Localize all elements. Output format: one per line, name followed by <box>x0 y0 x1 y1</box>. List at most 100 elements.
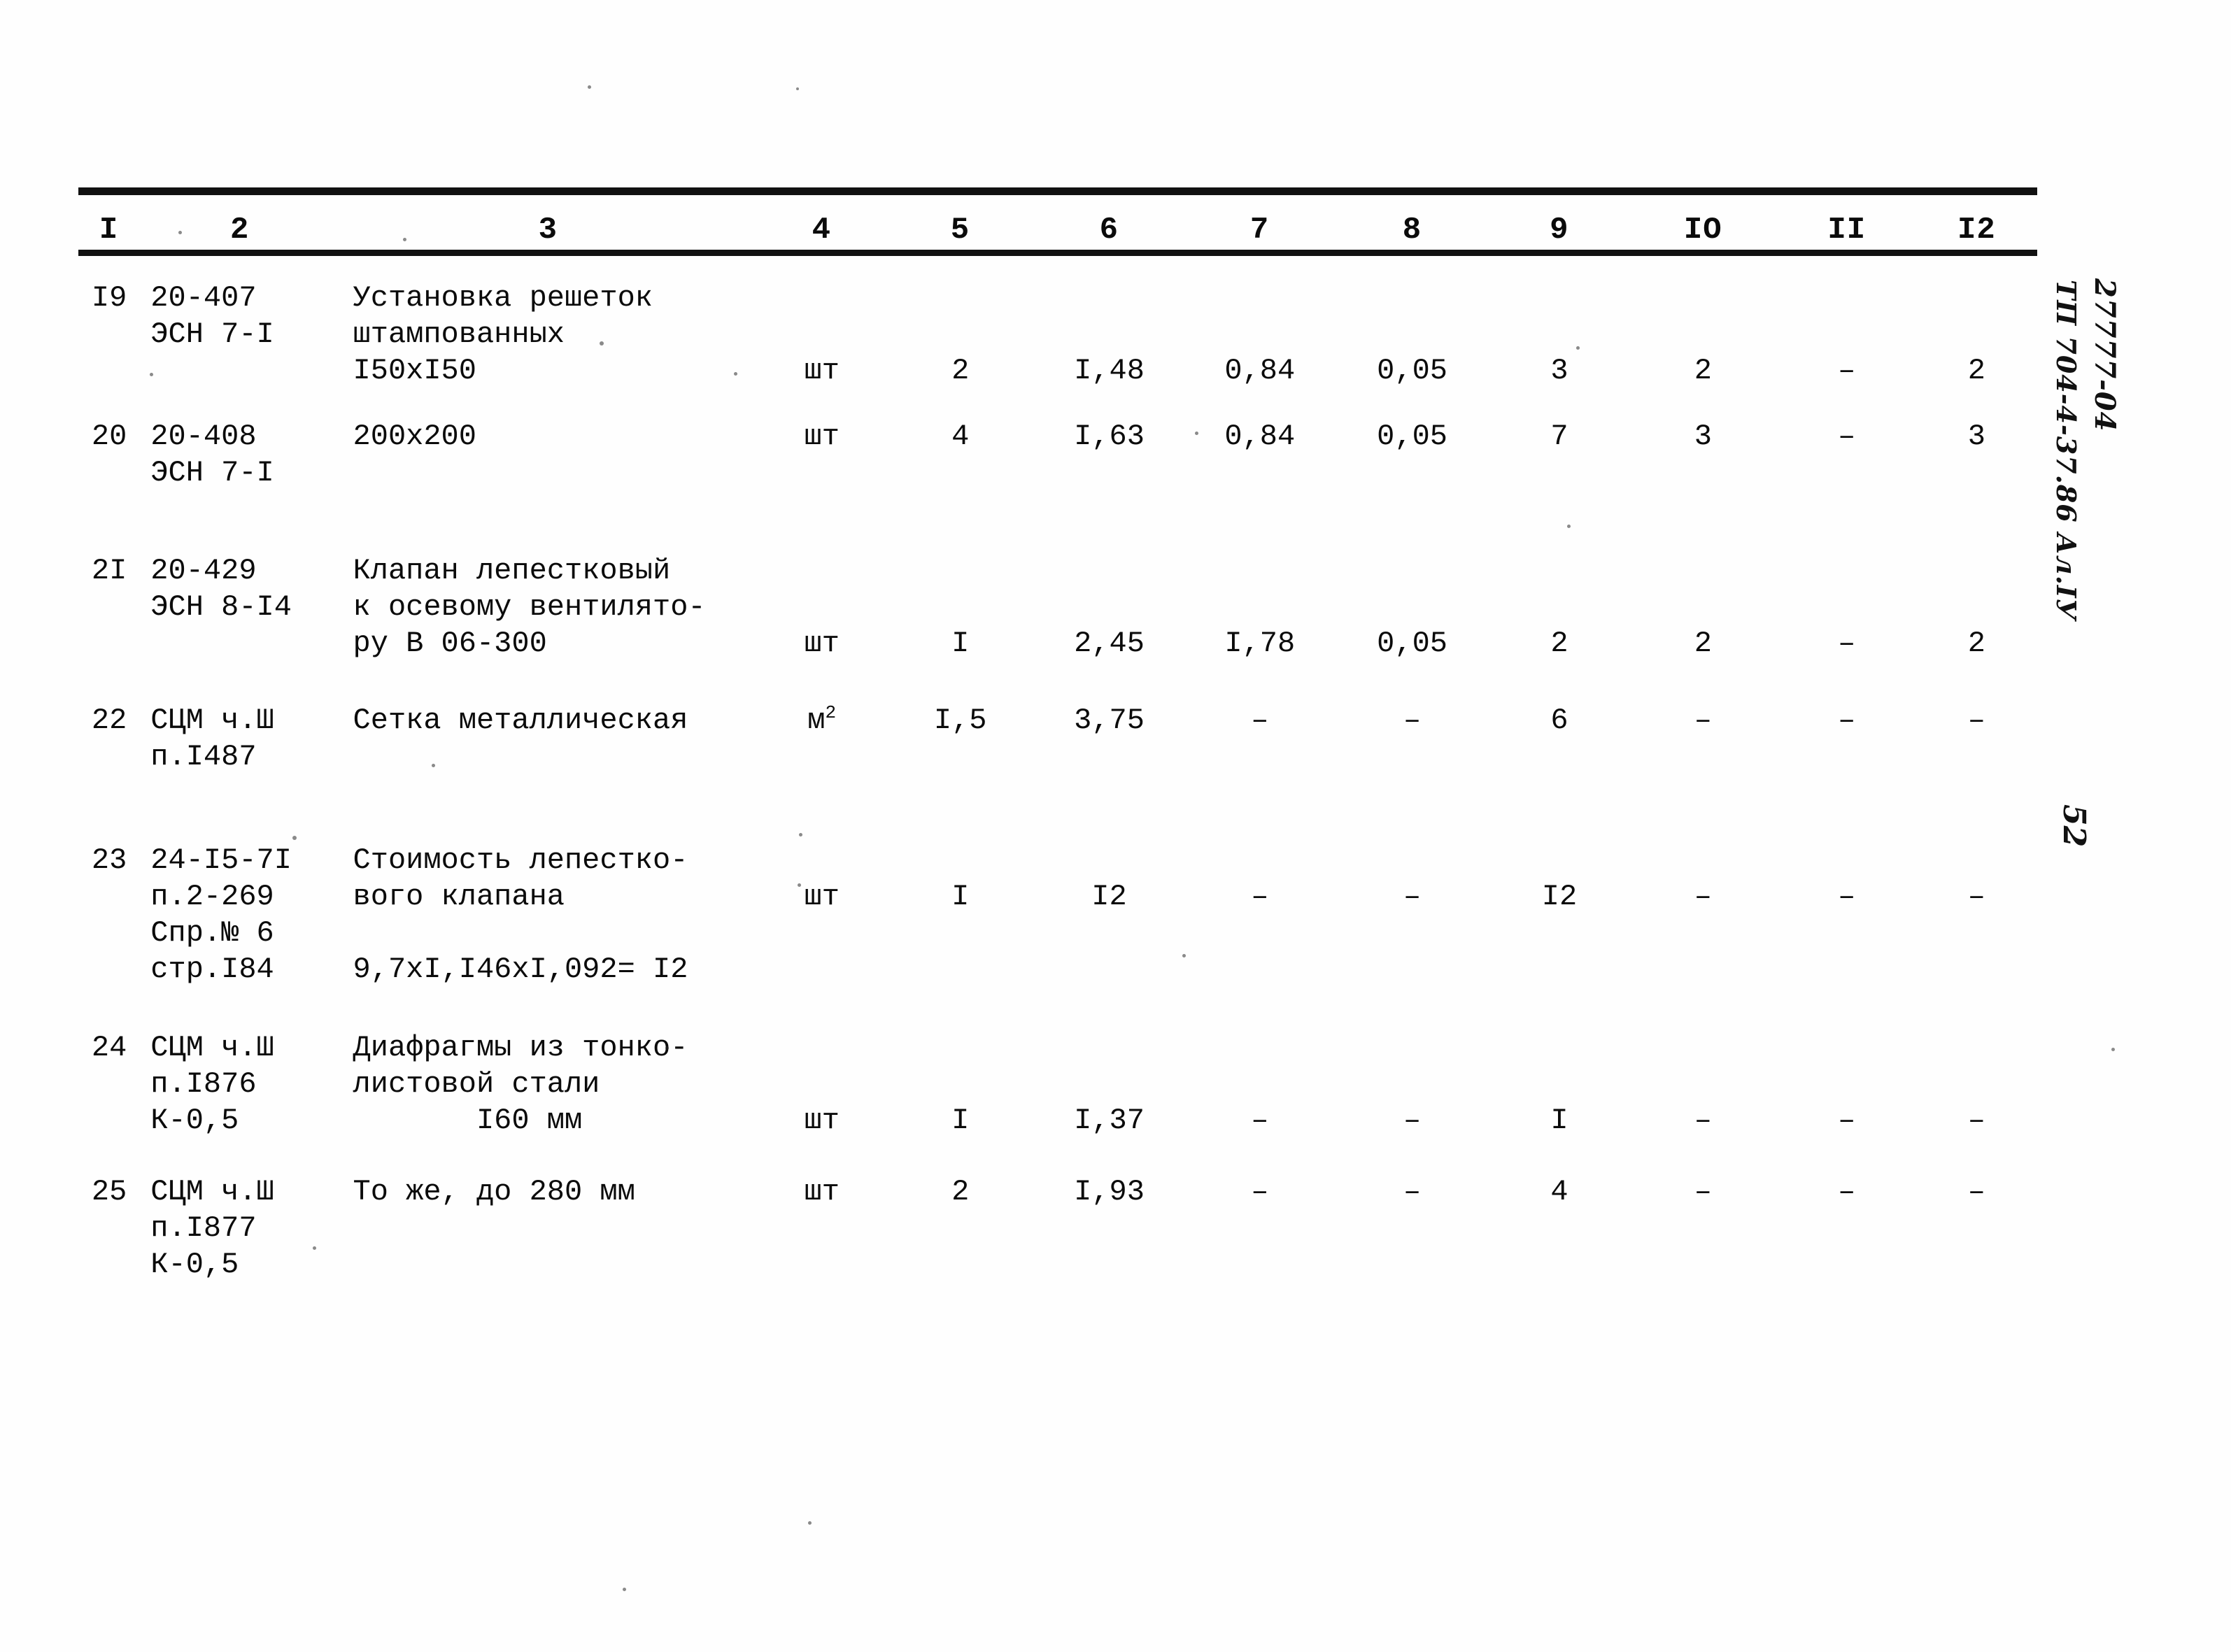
description-line: штампованных <box>353 318 565 351</box>
description-line: листовой стали <box>353 1067 600 1101</box>
table-header-row: I 2 3 4 5 6 7 8 9 IO II I2 <box>78 195 2037 250</box>
row-value: 2 <box>1967 627 1985 660</box>
row-unit: шт <box>804 627 840 660</box>
row-value: I <box>951 1104 970 1137</box>
row-value: 2 <box>1694 354 1712 387</box>
row-value: 0,05 <box>1377 420 1447 453</box>
row-value: 3,75 <box>1074 704 1145 737</box>
scan-speckle <box>2111 1048 2115 1051</box>
row-description: Диафрагмы из тонко- листовой стали I60 м… <box>341 1030 756 1139</box>
row-unit: шт <box>804 420 840 453</box>
scan-speckle <box>1576 346 1580 350</box>
row-value: – <box>1838 880 1856 913</box>
code-line: СЦМ ч.Ш <box>150 704 274 737</box>
code-line: 20-408 <box>150 420 257 453</box>
row-value: 3 <box>1550 354 1568 387</box>
row-value: 2 <box>951 1175 970 1209</box>
table-top-rule <box>78 187 2037 195</box>
row-value: – <box>1838 354 1856 387</box>
table-row: I9 20-407 ЭСН 7-I Установка решеток штам… <box>78 280 2037 389</box>
table-row: 23 24-I5-7I п.2-269 Спр.№ 6 стр.I84 Стои… <box>78 842 2037 988</box>
row-value: – <box>1403 880 1422 913</box>
row-description: Установка решеток штампованных I50xI50 <box>341 280 756 389</box>
row-value: I,63 <box>1074 420 1145 453</box>
row-code: 20-429 ЭСН 8-I4 <box>139 553 340 625</box>
scan-speckle <box>588 85 591 89</box>
row-value: 4 <box>951 420 970 453</box>
row-value: 2 <box>951 354 970 387</box>
scan-speckle <box>665 1046 669 1050</box>
row-value: 0,84 <box>1224 354 1296 387</box>
row-value: – <box>1251 1104 1269 1137</box>
table-row: 25 СЦМ ч.Ш п.I877 К-0,5 То же, до 280 мм… <box>78 1174 2037 1283</box>
row-value: 7 <box>1550 420 1568 453</box>
row-value: – <box>1967 704 1985 737</box>
margin-note-series-code: ТП 704-4-37.86 Ал.IУ <box>2051 280 2082 621</box>
row-unit: шт <box>804 1175 840 1209</box>
code-line: 20-429 <box>150 554 257 588</box>
code-line: ЭСН 7-I <box>150 318 274 351</box>
row-number: 24 <box>91 1031 127 1064</box>
column-header-2: 2 <box>229 213 250 248</box>
row-value: – <box>1694 704 1712 737</box>
row-value: 0,05 <box>1377 627 1447 660</box>
row-unit: шт <box>804 354 840 387</box>
code-line: СЦМ ч.Ш <box>150 1175 274 1209</box>
column-header-6: 6 <box>1099 213 1119 248</box>
row-value: – <box>1838 627 1856 660</box>
scan-speckle <box>734 372 737 376</box>
row-value: 0,84 <box>1224 420 1296 453</box>
description-line: 200x200 <box>353 420 476 453</box>
row-description: 200x200 <box>341 418 756 455</box>
code-line: К-0,5 <box>150 1104 239 1137</box>
row-value: – <box>1694 1175 1712 1209</box>
description-line: вого клапана <box>353 880 565 913</box>
description-line: То же, до 280 мм <box>353 1175 635 1209</box>
code-line: ЭСН 7-I <box>150 456 274 490</box>
row-code: 20-408 ЭСН 7-I <box>139 418 340 491</box>
description-line: I50xI50 <box>353 354 476 387</box>
row-value: – <box>1967 1104 1985 1137</box>
scan-speckle <box>1567 525 1571 528</box>
scan-speckle <box>1182 954 1186 957</box>
row-value: I <box>951 627 970 660</box>
row-value: I <box>951 880 970 913</box>
table-row: 20 20-408 ЭСН 7-I 200x200 шт 4 I,63 0,84… <box>78 418 2037 491</box>
code-line: 24-I5-7I <box>150 843 292 877</box>
code-line: п.I877 <box>150 1211 257 1245</box>
column-header-11: II <box>1827 213 1867 248</box>
row-value: 2 <box>1694 627 1712 660</box>
scan-speckle <box>623 1588 626 1591</box>
code-line: п.2-269 <box>150 880 274 913</box>
estimate-table: I 2 3 4 5 6 7 8 9 IO II I2 I9 20-407 ЭСН… <box>78 187 2037 1290</box>
row-value: 3 <box>1694 420 1712 453</box>
scan-speckle <box>799 833 802 836</box>
row-value: – <box>1403 704 1422 737</box>
row-value: – <box>1838 1175 1856 1209</box>
code-line: Спр.№ 6 <box>150 916 274 950</box>
row-value: I2 <box>1541 880 1578 913</box>
description-line: Клапан лепестковый <box>353 554 671 588</box>
row-code: 20-407 ЭСН 7-I <box>139 280 340 353</box>
row-value: 0,05 <box>1377 354 1447 387</box>
row-value: – <box>1694 880 1712 913</box>
scan-speckle <box>292 836 297 840</box>
row-value: – <box>1694 1104 1712 1137</box>
column-header-3: 3 <box>538 213 558 248</box>
description-line: Диафрагмы из тонко- <box>353 1031 688 1064</box>
table-row: 24 СЦМ ч.Ш п.I876 К-0,5 Диафрагмы из тон… <box>78 1030 2037 1139</box>
row-code: СЦМ ч.Ш п.I487 <box>139 702 340 775</box>
code-line: п.I487 <box>150 740 257 774</box>
scan-speckle <box>150 373 153 376</box>
table-row: 22 СЦМ ч.Ш п.I487 Сетка металлическая м2… <box>78 702 2037 775</box>
row-value: – <box>1838 704 1856 737</box>
row-value: 6 <box>1550 704 1568 737</box>
row-value: I,78 <box>1224 627 1296 660</box>
row-value: – <box>1251 880 1269 913</box>
table-header-rule <box>78 250 2037 256</box>
row-value: I <box>1550 1104 1568 1137</box>
code-line: ЭСН 8-I4 <box>150 590 292 624</box>
column-header-1: I <box>99 213 119 248</box>
row-value: I,48 <box>1074 354 1145 387</box>
row-value: – <box>1403 1175 1422 1209</box>
